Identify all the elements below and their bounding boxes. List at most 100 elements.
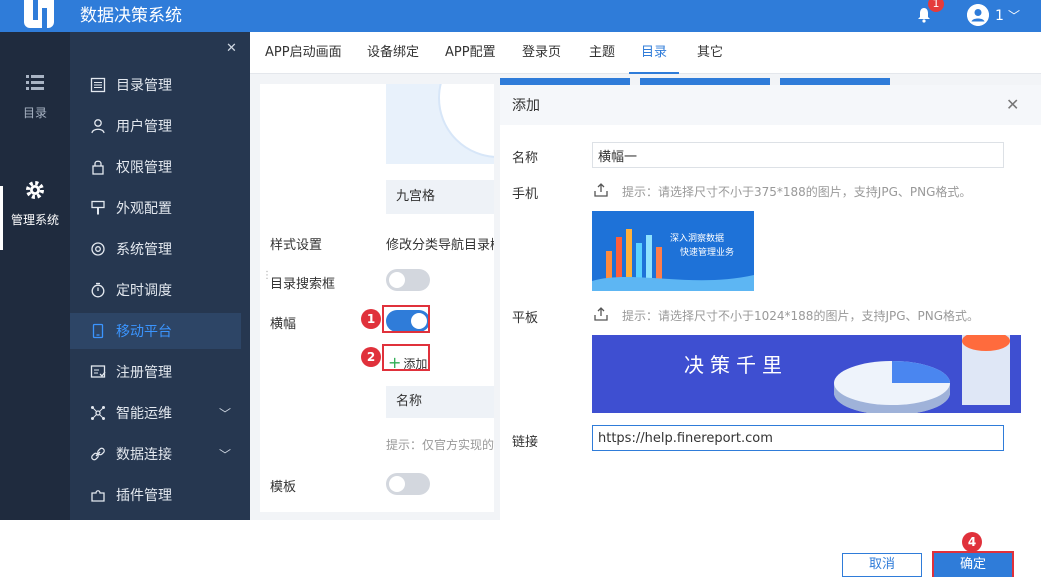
rail-item-label: 目录 bbox=[22, 106, 47, 120]
phone-label: 手机 bbox=[512, 187, 539, 202]
sidebar-item-label: 移动平台 bbox=[116, 324, 172, 340]
bell-icon[interactable] bbox=[917, 7, 931, 23]
sidebar-item-smart-ops[interactable]: 智能运维 ﹀ bbox=[70, 395, 241, 431]
sidebar-item-registration[interactable]: 注册管理 bbox=[70, 354, 241, 390]
cancel-button[interactable]: 取消 bbox=[842, 553, 922, 577]
name-column-header: 名称 bbox=[386, 386, 494, 418]
sidebar-menu: ✕ 目录管理 用户管理 权限管理 外观配置 系统管理 定时调度 移动平台 注册管… bbox=[70, 32, 250, 520]
sidebar-item-user-management[interactable]: 用户管理 bbox=[70, 108, 241, 144]
step-marker-4: 4 bbox=[962, 532, 982, 552]
search-box-toggle[interactable] bbox=[386, 269, 430, 291]
style-settings-value[interactable]: 修改分类导航目录树 bbox=[386, 234, 494, 253]
user-name[interactable]: 1 bbox=[995, 6, 1004, 26]
step-marker-1: 1 bbox=[361, 309, 381, 329]
sidebar-item-plugin-management[interactable]: 插件管理 bbox=[70, 477, 241, 513]
chevron-down-icon: ﹀ bbox=[218, 407, 231, 421]
sidebar-item-label: 智能运维 bbox=[116, 406, 172, 422]
rail-item-label: 管理系统 bbox=[10, 213, 59, 227]
link-icon bbox=[91, 447, 105, 461]
sidebar-item-scheduling[interactable]: 定时调度 bbox=[70, 272, 241, 308]
directory-settings-panel: 九宫格 样式设置 修改分类导航目录树 ⋮ 目录搜索框 横幅 + 添加 名称 提示：… bbox=[260, 84, 494, 512]
upload-icon[interactable] bbox=[594, 183, 608, 197]
name-label: 名称 bbox=[512, 151, 539, 166]
tab-other[interactable]: 其它 bbox=[697, 32, 723, 74]
banner-name-input[interactable] bbox=[592, 142, 1004, 168]
rail-item-directory[interactable]: 目录 bbox=[0, 72, 70, 121]
phone-image-text-1: 深入洞察数据 bbox=[670, 234, 725, 244]
mobile-icon bbox=[92, 323, 104, 339]
sidebar-item-system-management[interactable]: 系统管理 bbox=[70, 231, 241, 267]
sidebar-item-data-connection[interactable]: 数据连接 ﹀ bbox=[70, 436, 241, 472]
app-logo-icon bbox=[24, 0, 54, 28]
chevron-down-icon: ﹀ bbox=[218, 448, 231, 462]
tab-theme[interactable]: 主题 bbox=[589, 32, 615, 74]
tab-app-config[interactable]: APP配置 bbox=[445, 32, 496, 74]
upload-icon[interactable] bbox=[594, 307, 608, 321]
style-settings-label: 样式设置 bbox=[270, 238, 323, 253]
tab-directory[interactable]: 目录 bbox=[629, 32, 680, 74]
ok-button[interactable]: 确定 bbox=[934, 553, 1012, 577]
user-icon bbox=[91, 119, 105, 134]
highlight-banner-toggle bbox=[382, 305, 430, 333]
sidebar-item-label: 系统管理 bbox=[116, 242, 172, 258]
paint-brush-icon bbox=[91, 200, 105, 215]
register-icon bbox=[90, 365, 106, 378]
search-box-label: 目录搜索框 bbox=[270, 277, 336, 292]
sidebar-item-label: 目录管理 bbox=[116, 78, 172, 94]
notification-badge: 1 bbox=[928, 0, 944, 12]
list-box-icon bbox=[90, 77, 106, 93]
drag-handle-icon[interactable]: ⋮ bbox=[262, 271, 272, 286]
banner-label: 横幅 bbox=[270, 317, 297, 332]
nine-grid-preview-image bbox=[386, 84, 494, 164]
top-bar: 数据决策系统 1 1 ﹀ bbox=[0, 0, 1041, 32]
phone-upload-tip: 提示：请选择尺寸不小于375*188的图片，支持JPG、PNG格式。 bbox=[622, 185, 972, 199]
settings-icon bbox=[91, 242, 105, 256]
close-icon[interactable]: ✕ bbox=[1006, 95, 1019, 114]
timer-icon bbox=[91, 282, 105, 298]
tablet-label: 平板 bbox=[512, 311, 539, 326]
step-marker-2: 2 bbox=[361, 347, 381, 367]
sidebar-item-permission-management[interactable]: 权限管理 bbox=[70, 149, 241, 185]
highlight-add-button bbox=[382, 344, 430, 371]
tablet-upload-tip: 提示：请选择尺寸不小于1024*188的图片，支持JPG、PNG格式。 bbox=[622, 309, 980, 323]
grid-style-option[interactable]: 九宫格 bbox=[386, 180, 494, 214]
phone-image-text-2: 快速管理业务 bbox=[680, 248, 735, 258]
sidebar-item-label: 定时调度 bbox=[116, 283, 172, 299]
puzzle-icon bbox=[91, 490, 105, 502]
dialog-header: 添加 ✕ bbox=[500, 85, 1041, 125]
network-icon bbox=[91, 406, 105, 420]
tab-app-splash[interactable]: APP启动画面 bbox=[265, 32, 342, 74]
sidebar-item-label: 数据连接 bbox=[116, 447, 172, 463]
tab-device-binding[interactable]: 设备绑定 bbox=[367, 32, 419, 74]
app-title: 数据决策系统 bbox=[80, 6, 182, 26]
sidebar-item-label: 插件管理 bbox=[116, 488, 172, 504]
tab-login-page[interactable]: 登录页 bbox=[522, 32, 561, 74]
pie-graphic-icon bbox=[834, 335, 1010, 413]
template-label: 模板 bbox=[270, 480, 297, 495]
phone-banner-image[interactable]: 深入洞察数据 快速管理业务 bbox=[592, 211, 754, 291]
rail-item-management[interactable]: 管理系统 bbox=[0, 179, 70, 228]
sidebar-item-label: 注册管理 bbox=[116, 365, 172, 381]
sidebar-item-directory-management[interactable]: 目录管理 bbox=[70, 67, 241, 103]
user-avatar-icon[interactable] bbox=[967, 4, 989, 26]
link-input[interactable] bbox=[592, 425, 1004, 451]
pin-icon[interactable]: ✕ bbox=[226, 42, 240, 56]
template-toggle[interactable] bbox=[386, 473, 430, 495]
tablet-banner-image[interactable]: 决策千里 bbox=[592, 335, 1021, 413]
sidebar-item-label: 用户管理 bbox=[116, 119, 172, 135]
list-icon bbox=[26, 75, 44, 90]
dialog-title: 添加 bbox=[512, 98, 540, 114]
chevron-down-icon[interactable]: ﹀ bbox=[1008, 6, 1020, 26]
official-tip: 提示：仅官方实现的 bbox=[386, 438, 494, 452]
tablet-image-text: 决策千里 bbox=[684, 353, 788, 377]
sidebar-item-appearance-config[interactable]: 外观配置 bbox=[70, 190, 241, 226]
gear-icon bbox=[26, 181, 44, 199]
sidebar-item-label: 权限管理 bbox=[116, 160, 172, 176]
tab-bar: APP启动画面 设备绑定 APP配置 登录页 主题 目录 其它 bbox=[250, 32, 1041, 74]
link-label: 链接 bbox=[512, 435, 539, 450]
left-rail: 目录 管理系统 bbox=[0, 32, 70, 520]
preview-phone-shape bbox=[438, 84, 494, 158]
sidebar-item-mobile-platform[interactable]: 移动平台 bbox=[70, 313, 241, 349]
add-banner-dialog: 添加 ✕ 名称 手机 提示：请选择尺寸不小于375*188的图片，支持JPG、P… bbox=[500, 78, 1041, 520]
lock-icon bbox=[92, 160, 104, 175]
